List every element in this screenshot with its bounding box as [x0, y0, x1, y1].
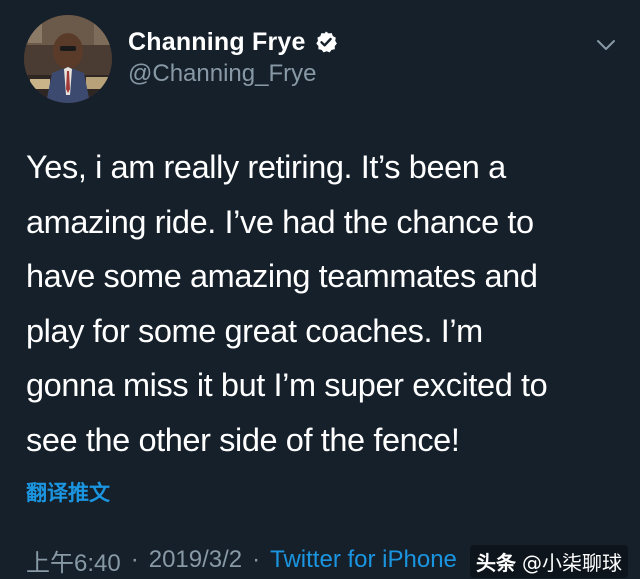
translate-tweet-link[interactable]: 翻译推文 — [26, 477, 110, 507]
tweet-client[interactable]: Twitter for iPhone — [270, 546, 457, 574]
tweet-date[interactable]: 2019/3/2 — [149, 546, 242, 574]
tweet-text: Yes, i am really retiring. It’s been a a… — [26, 149, 548, 458]
verified-badge-icon — [315, 31, 337, 53]
meta-separator: · — [130, 546, 139, 573]
avatar-photo-icon — [24, 15, 112, 103]
watermark-account: @小柒聊球 — [522, 551, 622, 575]
tweet-meta: 上午6:40 · 2019/3/2 · Twitter for iPhone — [26, 543, 457, 577]
meta-separator: · — [252, 546, 261, 573]
watermark: 头条 @小柒聊球 — [470, 545, 628, 578]
display-name[interactable]: Channing Frye — [128, 28, 306, 57]
tweet-time[interactable]: 上午6:40 — [26, 543, 121, 578]
user-handle[interactable]: @Channing_Frye — [128, 60, 316, 88]
chevron-down-icon[interactable] — [594, 36, 618, 54]
avatar[interactable] — [24, 15, 112, 103]
watermark-logo: 头条 — [476, 551, 516, 575]
display-name-row: Channing Frye — [128, 26, 338, 58]
tweet-card: Channing Frye @Channing_Frye Yes, i am r… — [0, 0, 640, 579]
